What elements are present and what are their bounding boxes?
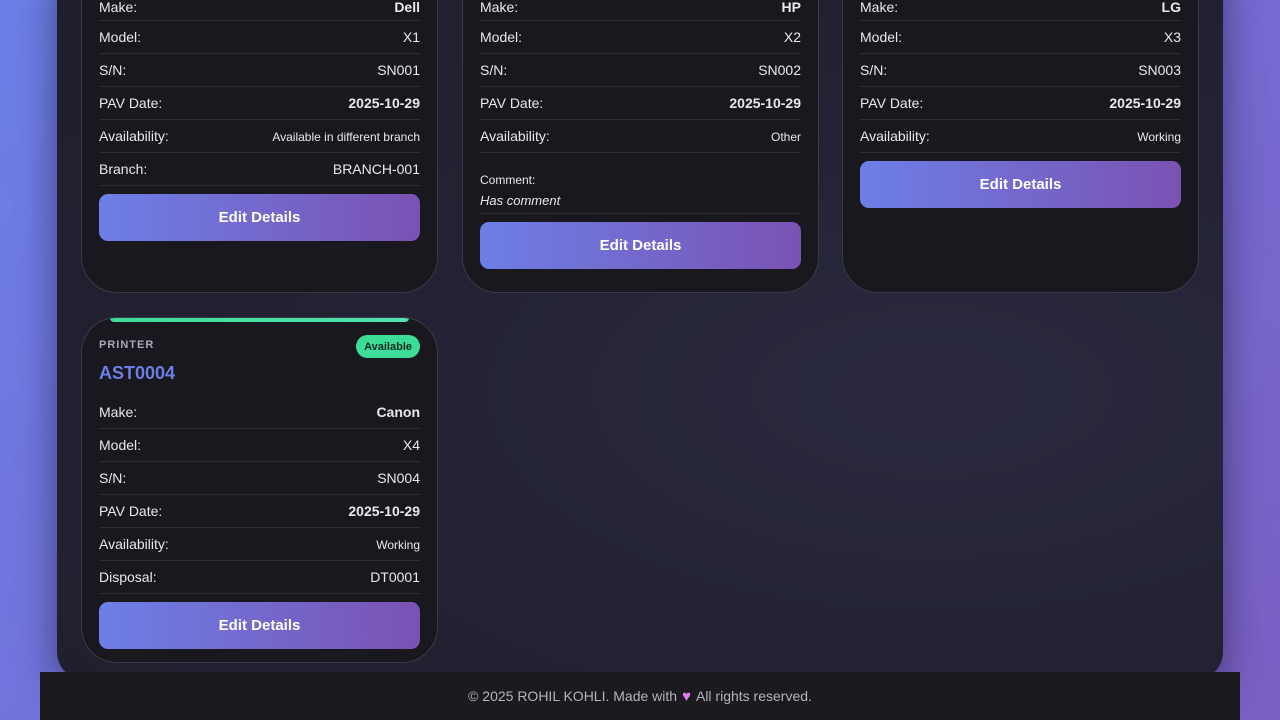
model-label: Model: (860, 29, 903, 45)
make-label: Make: (99, 0, 138, 15)
pav-value: 2025-10-29 (729, 95, 801, 111)
availability-value: Working (1137, 130, 1181, 144)
footer: © 2025 ROHIL KOHLI. Made with ♥ All righ… (40, 672, 1240, 720)
make-value: Canon (376, 404, 420, 420)
disposal-label: Disposal: (99, 569, 157, 585)
edit-details-button[interactable]: Edit Details (480, 222, 801, 269)
footer-rights: All rights reserved. (695, 688, 812, 704)
pav-label: PAV Date: (99, 95, 163, 111)
footer-copyright: © 2025 ROHIL KOHLI. Made with (468, 688, 678, 704)
model-row: Model: X4 (99, 429, 420, 462)
make-value: Dell (394, 0, 420, 15)
sn-value: SN004 (377, 470, 420, 486)
pav-label: PAV Date: (99, 503, 163, 519)
pav-row: PAV Date: 2025-10-29 (480, 87, 801, 120)
model-label: Model: (480, 29, 523, 45)
sn-row: S/N: SN002 (480, 54, 801, 87)
edit-details-button[interactable]: Edit Details (99, 602, 420, 649)
availability-row: Availability: Working (99, 528, 420, 561)
availability-label: Availability: (99, 536, 169, 552)
sn-label: S/N: (99, 62, 127, 78)
comment-block: Comment: Has comment (480, 153, 801, 214)
asset-details: Make: LG Model: X3 S/N: SN003 PAV Date: … (860, 0, 1181, 208)
asset-card-1: Make: Dell Model: X1 S/N: SN001 PAV Date… (81, 0, 438, 293)
sn-row: S/N: SN001 (99, 54, 420, 87)
make-value: HP (781, 0, 801, 15)
make-row: Make: HP (480, 0, 801, 21)
sn-value: SN003 (1138, 62, 1181, 78)
edit-details-button[interactable]: Edit Details (99, 194, 420, 241)
make-label: Make: (860, 0, 899, 15)
availability-row: Availability: Working (860, 120, 1181, 153)
pav-label: PAV Date: (860, 95, 924, 111)
asset-card-3: Make: LG Model: X3 S/N: SN003 PAV Date: … (842, 0, 1199, 293)
status-badge: Available (356, 335, 420, 358)
sn-label: S/N: (480, 62, 508, 78)
model-value: X4 (402, 437, 420, 453)
asset-details: Make: HP Model: X2 S/N: SN002 PAV Date: … (480, 0, 801, 269)
availability-label: Availability: (99, 128, 169, 144)
disposal-row: Disposal: DT0001 (99, 561, 420, 594)
model-value: X2 (783, 29, 801, 45)
comment-label: Comment: (480, 173, 536, 187)
asset-details: Make: Canon Model: X4 S/N: SN004 PAV Dat… (99, 396, 420, 649)
branch-row: Branch: BRANCH-001 (99, 153, 420, 186)
branch-label: Branch: (99, 161, 148, 177)
branch-value: BRANCH-001 (332, 161, 420, 177)
availability-label: Availability: (480, 128, 550, 144)
availability-label: Availability: (860, 128, 930, 144)
make-row: Make: Canon (99, 396, 420, 429)
make-value: LG (1161, 0, 1181, 15)
sn-row: S/N: SN003 (860, 54, 1181, 87)
model-label: Model: (99, 437, 142, 453)
model-row: Model: X3 (860, 21, 1181, 54)
pav-row: PAV Date: 2025-10-29 (99, 87, 420, 120)
availability-value: Working (376, 538, 420, 552)
status-accent-bar (110, 318, 409, 322)
make-row: Make: Dell (99, 0, 420, 21)
edit-details-button[interactable]: Edit Details (860, 161, 1181, 208)
asset-card-2: Make: HP Model: X2 S/N: SN002 PAV Date: … (462, 0, 819, 293)
sn-row: S/N: SN004 (99, 462, 420, 495)
model-value: X3 (1163, 29, 1181, 45)
sn-label: S/N: (860, 62, 888, 78)
make-row: Make: LG (860, 0, 1181, 21)
asset-type-label: PRINTER (99, 339, 155, 351)
pav-row: PAV Date: 2025-10-29 (860, 87, 1181, 120)
availability-row: Availability: Available in different bra… (99, 120, 420, 153)
model-value: X1 (402, 29, 420, 45)
pav-value: 2025-10-29 (348, 95, 420, 111)
sn-value: SN002 (758, 62, 801, 78)
pav-value: 2025-10-29 (348, 503, 420, 519)
asset-card-4: PRINTER Available AST0004 Make: Canon Mo… (81, 317, 438, 663)
availability-value: Available in different branch (272, 130, 420, 144)
model-row: Model: X1 (99, 21, 420, 54)
asset-details: Make: Dell Model: X1 S/N: SN001 PAV Date… (99, 0, 420, 241)
availability-value: Other (770, 130, 801, 144)
make-label: Make: (480, 0, 519, 15)
disposal-value: DT0001 (370, 569, 420, 585)
model-row: Model: X2 (480, 21, 801, 54)
heart-icon: ♥ (682, 687, 691, 705)
pav-label: PAV Date: (480, 95, 544, 111)
asset-id: AST0004 (99, 363, 176, 383)
sn-label: S/N: (99, 470, 127, 486)
pav-row: PAV Date: 2025-10-29 (99, 495, 420, 528)
model-label: Model: (99, 29, 142, 45)
sn-value: SN001 (377, 62, 420, 78)
availability-row: Availability: Other (480, 120, 801, 153)
pav-value: 2025-10-29 (1109, 95, 1181, 111)
make-label: Make: (99, 404, 138, 420)
comment-text: Has comment (480, 193, 561, 208)
